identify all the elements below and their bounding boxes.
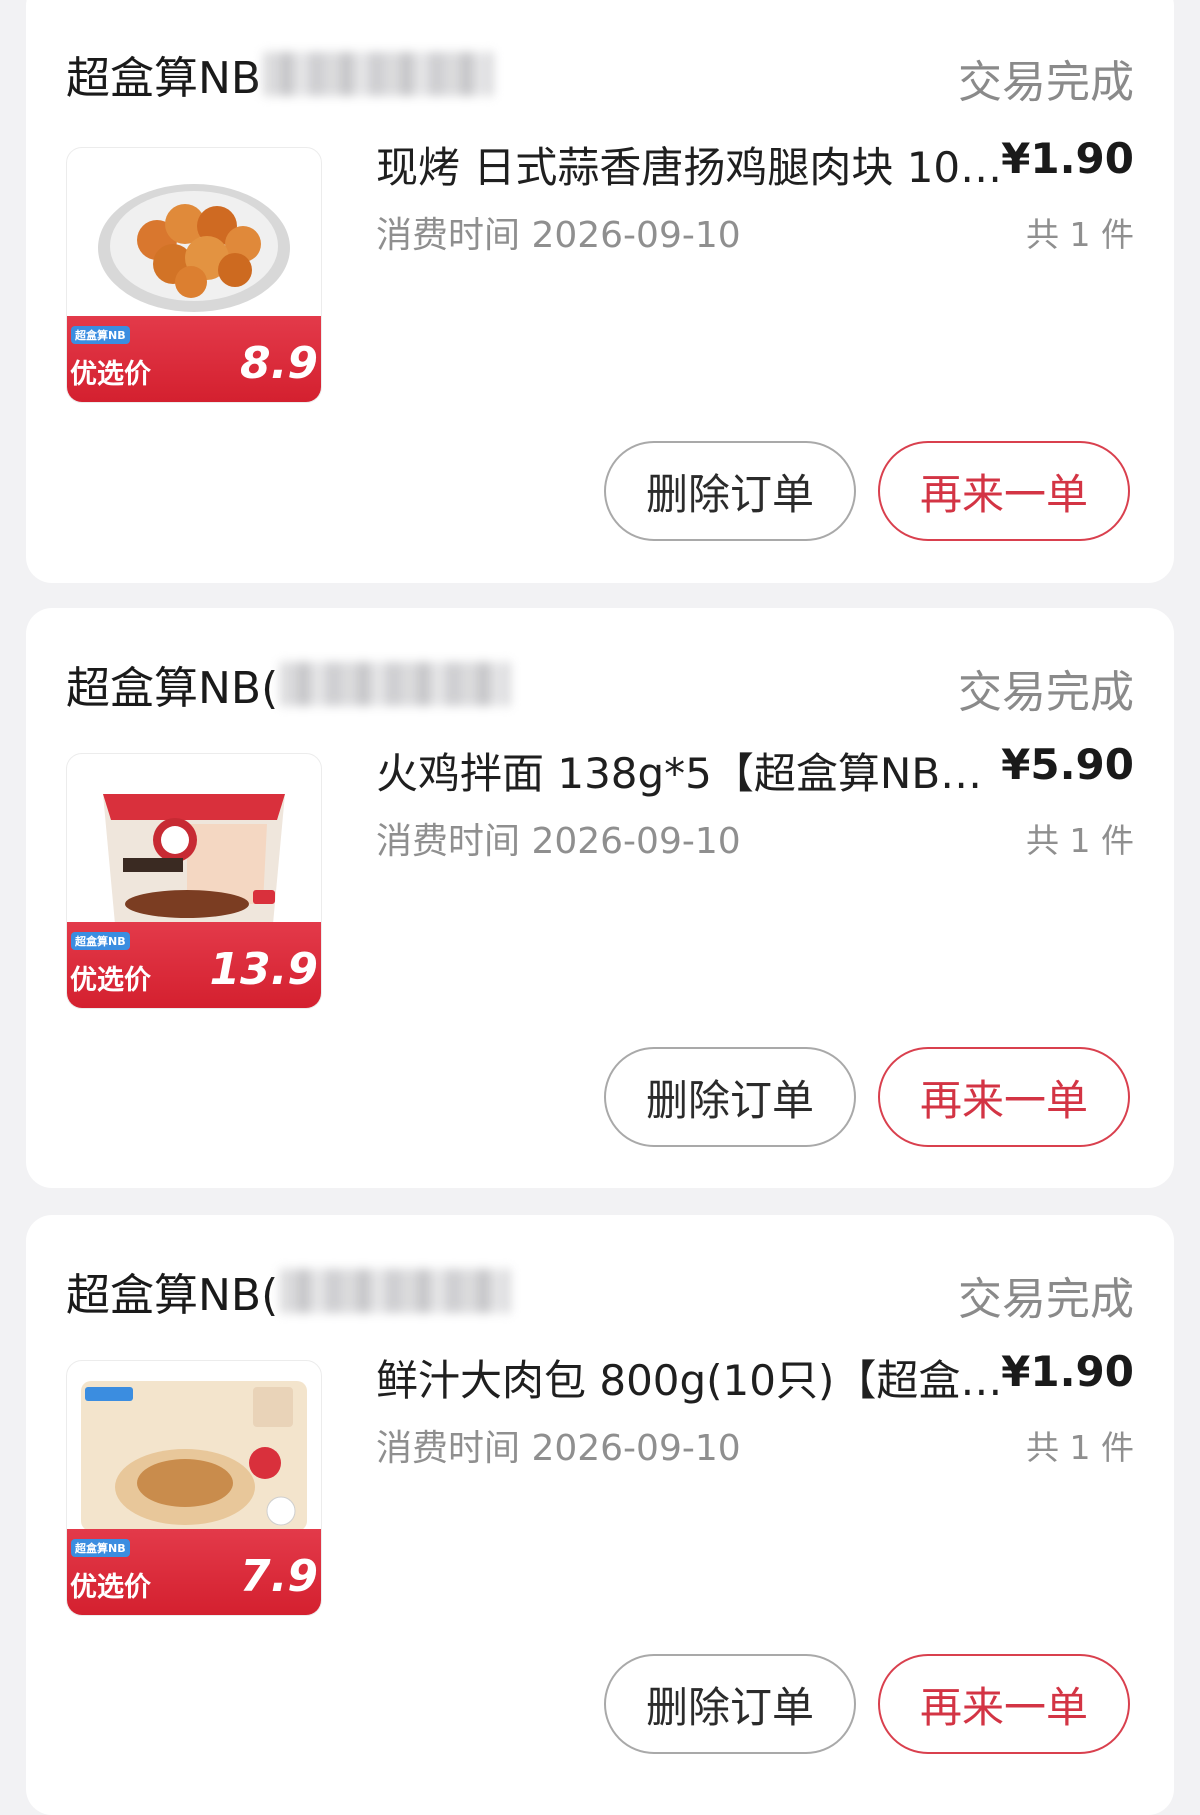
order-card[interactable]: 超盒算NB( 交易完成 超盒算NB 优选价 13.9 火鸡拌面 138g*5【超… xyxy=(26,608,1174,1188)
promo-tag: 优选价 xyxy=(70,359,151,390)
shop-name: 超盒算NB( xyxy=(66,663,279,714)
noodle-pack-image xyxy=(103,794,285,924)
promo-price: 7.9 xyxy=(240,1551,318,1602)
product-price: ¥1.90 xyxy=(1001,134,1134,183)
product-price: ¥5.90 xyxy=(1001,740,1134,789)
promo-tag: 优选价 xyxy=(70,965,151,996)
product-thumbnail[interactable]: 超盒算NB 优选价 7.9 xyxy=(66,1360,322,1616)
fried-chicken-image xyxy=(98,184,290,312)
item-quantity: 共 1 件 xyxy=(1026,1428,1134,1467)
consume-time: 消费时间 2026-09-10 xyxy=(376,821,741,862)
item-quantity: 共 1 件 xyxy=(1026,215,1134,254)
promo-price: 8.9 xyxy=(240,338,318,389)
delete-order-button[interactable]: 删除订单 xyxy=(604,1654,856,1754)
product-price: ¥1.90 xyxy=(1001,1347,1134,1396)
brand-badge: 超盒算NB xyxy=(71,1539,130,1557)
delete-order-button[interactable]: 删除订单 xyxy=(604,441,856,541)
promo-banner: 超盒算NB 优选价 8.9 xyxy=(67,316,321,402)
order-card[interactable]: 超盒算NB( 交易完成 超盒算NB 优选价 7.9 鲜汁大肉包 800g(10只… xyxy=(26,1215,1174,1815)
meat-bun-pack-image xyxy=(81,1381,307,1531)
shop-name-row[interactable]: 超盒算NB( xyxy=(66,652,511,716)
reorder-button[interactable]: 再来一单 xyxy=(878,1654,1130,1754)
redacted-shop-suffix xyxy=(263,52,494,96)
promo-banner: 超盒算NB 优选价 13.9 xyxy=(67,922,321,1008)
shop-name: 超盒算NB xyxy=(66,53,262,104)
promo-tag: 优选价 xyxy=(70,1572,151,1603)
redacted-shop-suffix xyxy=(280,1269,511,1313)
promo-price: 13.9 xyxy=(209,944,318,995)
item-quantity: 共 1 件 xyxy=(1026,821,1134,860)
product-thumbnail[interactable]: 超盒算NB 优选价 8.9 xyxy=(66,147,322,403)
shop-name: 超盒算NB( xyxy=(66,1270,279,1321)
consume-time: 消费时间 2026-09-10 xyxy=(376,215,741,256)
reorder-button[interactable]: 再来一单 xyxy=(878,1047,1130,1147)
brand-badge: 超盒算NB xyxy=(71,932,130,950)
shop-name-row[interactable]: 超盒算NB( xyxy=(66,1259,511,1323)
order-status: 交易完成 xyxy=(958,667,1134,718)
product-thumbnail[interactable]: 超盒算NB 优选价 13.9 xyxy=(66,753,322,1009)
order-card[interactable]: 超盒算NB 交易完成 超盒算NB 优选价 8.9 现烤 日式蒜香唐扬鸡腿肉块 1… xyxy=(26,0,1174,583)
order-status: 交易完成 xyxy=(958,1274,1134,1325)
redacted-shop-suffix xyxy=(280,662,511,706)
delete-order-button[interactable]: 删除订单 xyxy=(604,1047,856,1147)
order-status: 交易完成 xyxy=(958,57,1134,108)
product-title[interactable]: 火鸡拌面 138g*5【超盒算NB… xyxy=(376,740,1016,801)
product-title[interactable]: 现烤 日式蒜香唐扬鸡腿肉块 10… xyxy=(376,134,1016,195)
promo-banner: 超盒算NB 优选价 7.9 xyxy=(67,1529,321,1615)
reorder-button[interactable]: 再来一单 xyxy=(878,441,1130,541)
shop-name-row[interactable]: 超盒算NB xyxy=(66,42,494,106)
brand-badge: 超盒算NB xyxy=(71,326,130,344)
product-title[interactable]: 鲜汁大肉包 800g(10只)【超盒… xyxy=(376,1347,1016,1408)
consume-time: 消费时间 2026-09-10 xyxy=(376,1428,741,1469)
